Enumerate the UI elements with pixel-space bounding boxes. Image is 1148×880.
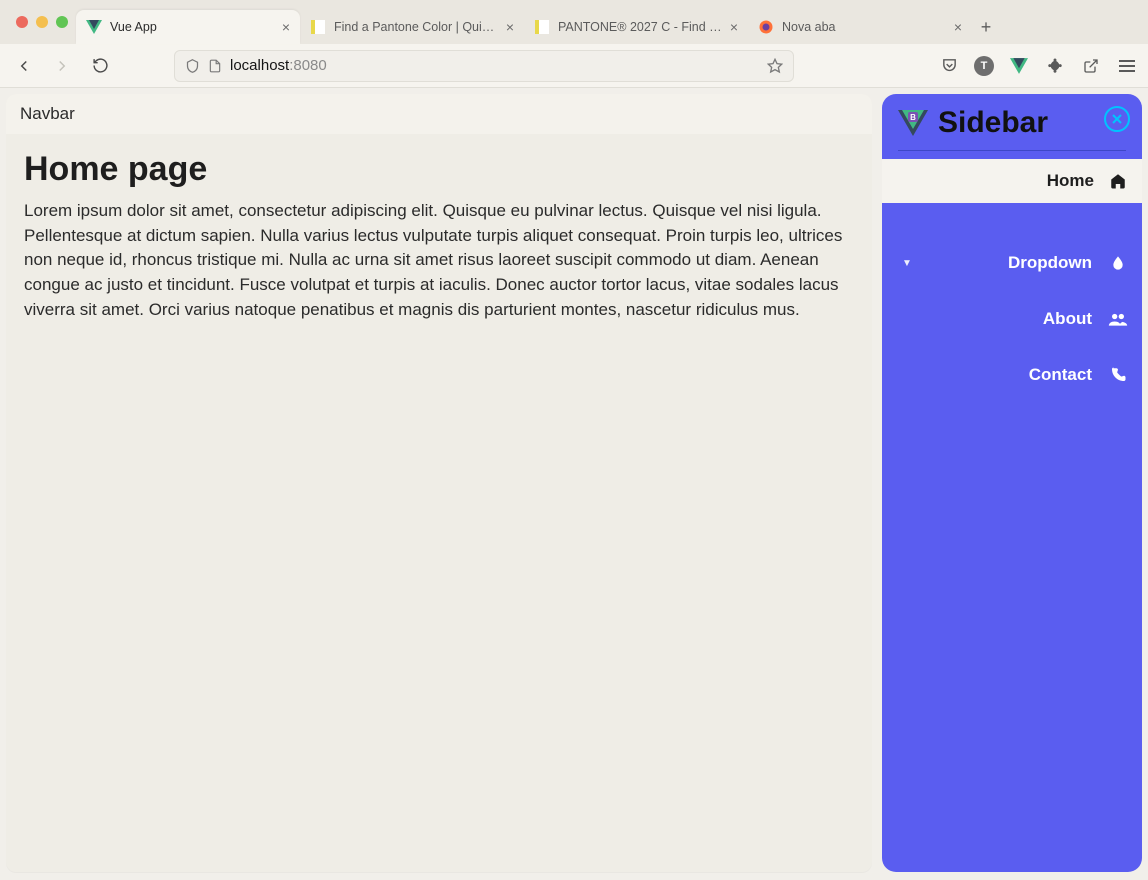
sidebar-body: ▼ Dropdown About Contact [882,203,1142,872]
open-external-icon[interactable] [1080,55,1102,77]
back-button[interactable] [10,52,38,80]
sidebar-item-label: Contact [1029,365,1092,385]
sidebar-item-dropdown[interactable]: ▼ Dropdown [882,235,1142,291]
window-zoom-button[interactable] [56,16,68,28]
sidebar-item-label: Home [1047,171,1094,191]
tab-title: Vue App [110,20,274,34]
shield-icon[interactable] [185,58,200,74]
pantone-icon [310,19,326,35]
close-icon[interactable]: × [506,20,514,34]
page-body: Home page Lorem ipsum dolor sit amet, co… [6,134,872,340]
tab-nova-aba[interactable]: Nova aba × [748,10,972,44]
tab-title: Nova aba [782,20,946,34]
phone-icon [1108,366,1128,384]
window-minimize-button[interactable] [36,16,48,28]
pocket-icon[interactable] [938,55,960,77]
sidebar: B Sidebar Home ▼ Dropdo [882,94,1142,872]
sidebar-item-home[interactable]: Home [882,159,1142,203]
close-icon[interactable]: × [282,20,290,34]
address-bar[interactable]: localhost:8080 [174,50,794,82]
drop-icon [1108,254,1128,272]
extension-icon[interactable] [1044,55,1066,77]
browser-toolbar: localhost:8080 T [0,44,1148,88]
home-icon [1108,172,1128,190]
page-viewport: Navbar Home page Lorem ipsum dolor sit a… [0,88,1148,880]
main-content: Navbar Home page Lorem ipsum dolor sit a… [6,94,872,872]
new-tab-button[interactable]: + [972,10,1000,44]
pantone-icon [534,19,550,35]
app-menu-button[interactable] [1116,55,1138,77]
tab-title: PANTONE® 2027 C - Find a Pan [558,20,722,34]
sidebar-header: B Sidebar [882,94,1142,159]
navbar-brand: Navbar [20,104,75,124]
forward-button[interactable] [48,52,76,80]
tab-vue-app[interactable]: Vue App × [76,10,300,44]
bookmark-icon[interactable] [767,58,783,74]
chevron-down-icon: ▼ [902,258,912,269]
close-icon[interactable]: × [954,20,962,34]
page-title: Home page [24,150,854,189]
divider [898,150,1126,151]
sidebar-item-label: Dropdown [1008,253,1092,273]
sidebar-item-contact[interactable]: Contact [882,347,1142,403]
svg-text:B: B [910,113,916,122]
vue-devtools-icon[interactable] [1008,55,1030,77]
url-text: localhost:8080 [230,57,327,74]
browser-window: Vue App × Find a Pantone Color | Quick O… [0,0,1148,880]
app-navbar[interactable]: Navbar [6,94,872,134]
account-badge[interactable]: T [974,56,994,76]
page-info-icon[interactable] [208,58,222,74]
sidebar-close-button[interactable] [1104,106,1130,132]
firefox-icon [758,19,774,35]
tab-title: Find a Pantone Color | Quick On [334,20,498,34]
sidebar-item-about[interactable]: About [882,291,1142,347]
window-controls [8,0,76,44]
tab-pantone-1[interactable]: Find a Pantone Color | Quick On × [300,10,524,44]
tab-pantone-2[interactable]: PANTONE® 2027 C - Find a Pan × [524,10,748,44]
bootstrap-vue-icon: B [898,110,928,136]
reload-button[interactable] [86,52,114,80]
window-close-button[interactable] [16,16,28,28]
sidebar-item-label: About [1043,309,1092,329]
vue-icon [86,19,102,35]
close-icon[interactable]: × [730,20,738,34]
users-icon [1108,311,1128,327]
toolbar-actions: T [938,55,1138,77]
tab-strip: Vue App × Find a Pantone Color | Quick O… [0,0,1148,44]
sidebar-title: Sidebar [938,106,1048,140]
tabs: Vue App × Find a Pantone Color | Quick O… [76,0,1140,44]
page-paragraph: Lorem ipsum dolor sit amet, consectetur … [24,199,854,322]
